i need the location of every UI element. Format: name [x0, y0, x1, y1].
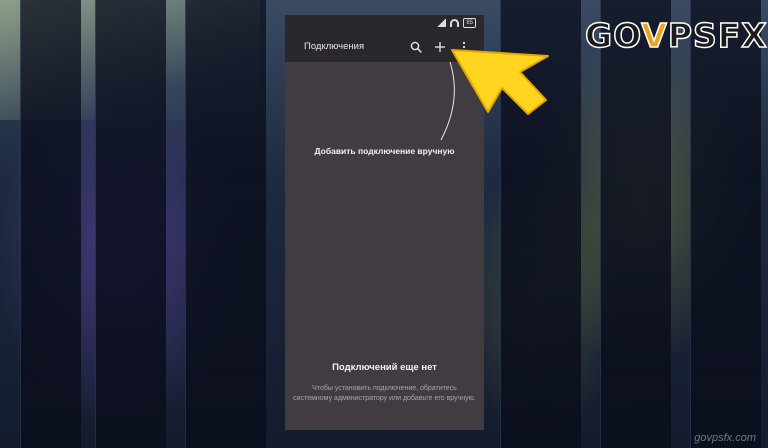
- wifi-icon: [450, 19, 460, 27]
- search-icon[interactable]: [406, 37, 426, 57]
- status-bar: 85: [285, 15, 484, 31]
- logo-text-v: V: [641, 15, 668, 56]
- background-server-rack: [690, 0, 761, 448]
- logo-text-right: PSFX: [667, 15, 768, 56]
- page-title: Подключения: [304, 41, 365, 52]
- more-vert-icon[interactable]: [454, 37, 474, 57]
- background-server-rack: [185, 0, 266, 448]
- watermark-site: govpsfx.com: [694, 432, 756, 444]
- empty-state-title: Подключений еще нет: [332, 362, 437, 373]
- background-server-rack: [500, 0, 581, 448]
- background-server-rack: [600, 0, 671, 448]
- empty-state-description: Чтобы установить подключение, обратитесь…: [293, 385, 476, 402]
- add-connection-hint: Добавить подключение вручную: [314, 146, 455, 156]
- signal-icon: [437, 19, 447, 27]
- background-server-rack: [20, 0, 81, 448]
- battery-icon: 85: [463, 18, 476, 28]
- app-bar: Подключения: [285, 31, 484, 62]
- phone-screen: 85 Подключения Добавить подключение вруч…: [285, 15, 484, 430]
- background-server-rack: [95, 0, 166, 448]
- logo-text-left: GO: [584, 15, 642, 56]
- add-icon[interactable]: [430, 37, 450, 57]
- brand-logo: GOVPSFX: [584, 15, 768, 56]
- status-icons: 85: [437, 18, 476, 28]
